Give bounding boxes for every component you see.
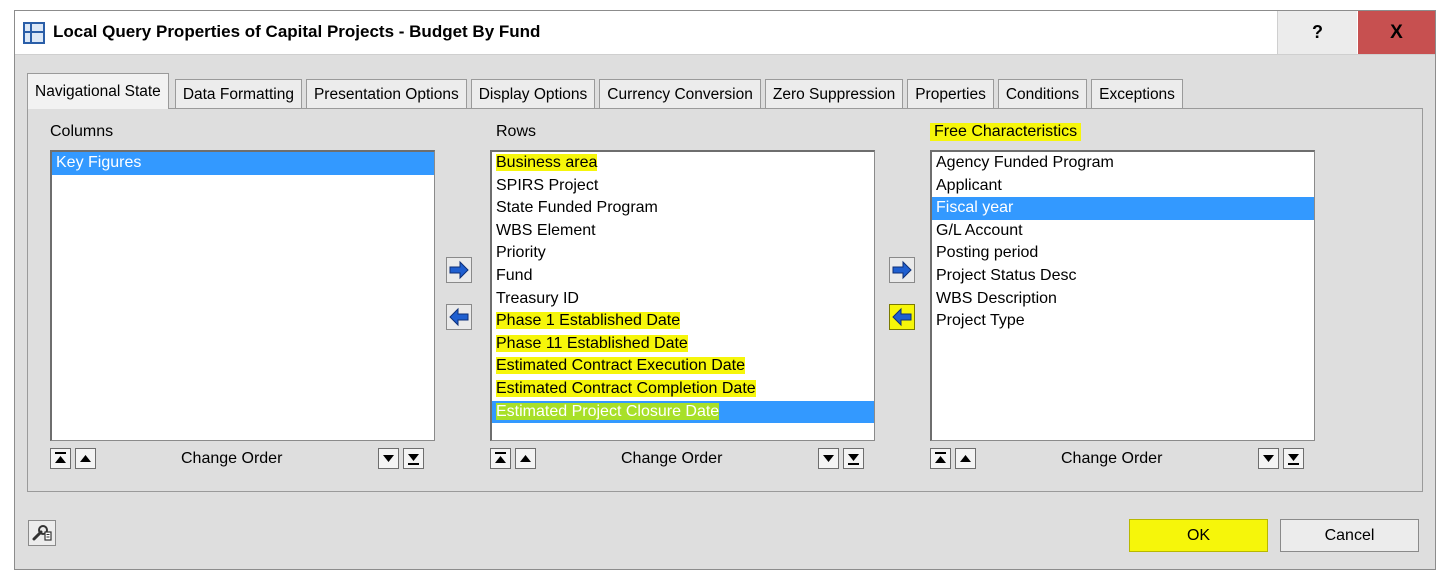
move-right-button[interactable] [889,257,915,283]
item-text: Phase 1 Established Date [496,312,681,330]
move-to-top-icon [935,452,946,463]
list-item[interactable]: WBS Description [932,288,1314,311]
free-characteristics-listbox[interactable]: Agency Funded Program Applicant Fiscal y… [930,150,1315,441]
arrow-left-icon [449,307,469,327]
list-item[interactable]: Phase 11 Established Date [492,333,874,356]
move-to-top-button[interactable] [50,448,71,469]
move-to-bottom-icon [1288,454,1299,465]
move-right-button[interactable] [446,257,472,283]
list-item[interactable]: Project Type [932,310,1314,333]
tab-strip: Navigational State Data Formatting Prese… [27,73,1187,109]
list-item[interactable]: Agency Funded Program [932,152,1314,175]
list-item[interactable]: Fiscal year [932,197,1314,220]
list-item[interactable]: Key Figures [52,152,434,175]
ok-button[interactable]: OK [1129,519,1268,552]
move-down-button[interactable] [818,448,839,469]
move-up-icon [80,455,91,462]
item-text: Estimated Project Closure Date [496,402,720,420]
arrow-right-icon [892,260,912,280]
list-item[interactable]: Treasury ID [492,288,874,311]
tab-data-formatting[interactable]: Data Formatting [174,79,302,109]
item-text: Phase 11 Established Date [496,334,688,352]
move-to-top-icon [55,452,66,463]
list-item[interactable]: WBS Element [492,220,874,243]
dialog-body: Navigational State Data Formatting Prese… [15,55,1435,569]
list-item[interactable]: Applicant [932,175,1314,198]
move-down-icon [823,455,834,462]
columns-listbox[interactable]: Key Figures [50,150,435,441]
table-icon [23,22,45,44]
arrow-right-icon [449,260,469,280]
list-item[interactable]: Estimated Project Closure Date [492,400,874,424]
move-up-button[interactable] [955,448,976,469]
change-order-label: Change Order [621,450,723,467]
tab-currency-conversion[interactable]: Currency Conversion [599,79,761,109]
list-item[interactable]: G/L Account [932,220,1314,243]
change-order-label: Change Order [1061,450,1163,467]
list-item[interactable]: Business area [492,152,874,175]
move-down-icon [1263,455,1274,462]
title-bar: Local Query Properties of Capital Projec… [15,11,1435,55]
tab-display-options[interactable]: Display Options [470,79,596,109]
list-item[interactable]: State Funded Program [492,197,874,220]
list-item[interactable]: Posting period [932,242,1314,265]
cancel-button[interactable]: Cancel [1280,519,1419,552]
list-item[interactable]: Project Status Desc [932,265,1314,288]
wrench-icon [32,525,52,541]
tab-navigational-state[interactable]: Navigational State [27,73,169,109]
free-characteristics-order-controls: Change Order [930,448,1315,472]
move-to-bottom-icon [848,454,859,465]
list-item[interactable]: Phase 1 Established Date [492,310,874,333]
move-left-button[interactable] [446,304,472,330]
window-title: Local Query Properties of Capital Projec… [53,22,541,41]
list-item[interactable]: Priority [492,242,874,265]
query-properties-dialog: Local Query Properties of Capital Projec… [14,10,1436,570]
tab-conditions[interactable]: Conditions [997,79,1088,109]
rows-label: Rows [496,123,537,140]
columns-label: Columns [50,123,114,140]
tab-properties[interactable]: Properties [907,79,994,109]
close-button[interactable]: X [1358,11,1435,54]
item-text: Business area [496,154,598,171]
move-to-top-button[interactable] [930,448,951,469]
change-order-label: Change Order [181,450,283,467]
move-to-bottom-button[interactable] [843,448,864,469]
columns-order-controls: Change Order [50,448,435,472]
item-text: Estimated Contract Completion Date [496,379,756,397]
list-item[interactable]: Estimated Contract Execution Date [492,355,874,378]
move-to-top-icon [495,452,506,463]
item-text: Estimated Contract Execution Date [496,357,746,375]
move-to-bottom-icon [408,454,419,465]
tab-exceptions[interactable]: Exceptions [1091,79,1183,109]
move-to-top-button[interactable] [490,448,511,469]
move-down-button[interactable] [1258,448,1279,469]
navigational-state-panel: Columns Key Figures Rows Business area S… [27,108,1423,492]
tab-presentation-options[interactable]: Presentation Options [305,79,467,109]
settings-button[interactable] [28,520,56,546]
help-button[interactable]: ? [1277,11,1357,54]
move-to-bottom-button[interactable] [1283,448,1304,469]
rows-order-controls: Change Order [490,448,875,472]
arrow-left-icon [892,307,912,327]
move-to-bottom-button[interactable] [403,448,424,469]
list-item[interactable]: Fund [492,265,874,288]
move-up-button[interactable] [75,448,96,469]
move-left-button[interactable] [889,304,915,330]
rows-listbox[interactable]: Business area SPIRS Project State Funded… [490,150,875,441]
move-down-button[interactable] [378,448,399,469]
free-characteristics-label: Free Characteristics [930,123,1082,141]
move-up-icon [520,455,531,462]
move-up-button[interactable] [515,448,536,469]
move-down-icon [383,455,394,462]
tab-zero-suppression[interactable]: Zero Suppression [764,79,904,109]
list-item[interactable]: Estimated Contract Completion Date [492,378,874,401]
list-item[interactable]: SPIRS Project [492,175,874,198]
move-up-icon [960,455,971,462]
